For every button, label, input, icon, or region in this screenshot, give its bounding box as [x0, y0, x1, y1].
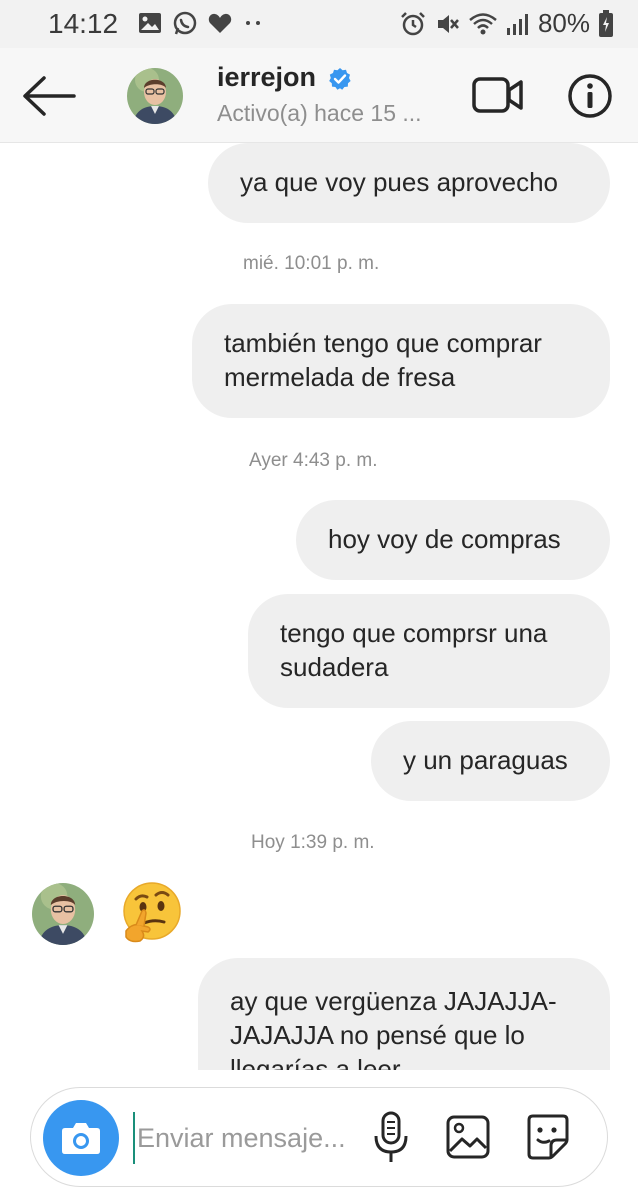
thinking-face-emoji[interactable]	[118, 881, 184, 947]
chat-header: ierrejon Activo(a) hace 15 ...	[0, 48, 638, 143]
gallery-icon[interactable]	[445, 1114, 491, 1160]
video-call-icon[interactable]	[472, 76, 524, 114]
message-composer	[30, 1087, 608, 1187]
sent-message-bubble[interactable]: tengo que comprsr una sudadera	[248, 594, 610, 708]
message-timestamp: Ayer 4:43 p. m.	[249, 450, 378, 471]
message-input[interactable]	[133, 1112, 369, 1164]
camera-button[interactable]	[43, 1100, 119, 1176]
profile-photo	[127, 68, 183, 124]
sent-message-bubble[interactable]: ya que voy pues aprovecho	[208, 143, 610, 223]
sent-message-bubble[interactable]: y un paraguas	[371, 721, 610, 801]
sent-message-bubble[interactable]: ay que vergüenza JAJAJJA-JAJAJJA no pens…	[198, 958, 610, 1070]
verified-badge-icon	[328, 67, 351, 90]
sent-message-bubble[interactable]: también tengo que comprar mermelada de f…	[192, 304, 610, 418]
username-text: ierrejon	[217, 62, 317, 92]
message-text: también tengo que comprar mermelada de f…	[224, 328, 542, 392]
message-timestamp: mié. 10:01 p. m.	[243, 253, 380, 274]
wifi-icon	[469, 12, 497, 34]
info-icon[interactable]	[566, 72, 614, 120]
message-text: tengo que comprsr una sudadera	[280, 618, 548, 682]
whatsapp-icon	[173, 11, 197, 35]
battery-icon	[599, 9, 613, 37]
alarm-icon	[401, 11, 425, 35]
avatar[interactable]	[127, 68, 183, 124]
sent-message-bubble[interactable]: hoy voy de compras	[296, 500, 610, 580]
activity-status: Activo(a) hace 15 ...	[217, 100, 422, 126]
back-arrow-icon[interactable]	[20, 74, 76, 118]
message-list: ya que voy pues aprovecho mié. 10:01 p. …	[0, 143, 638, 1070]
message-timestamp: Hoy 1:39 p. m.	[251, 832, 375, 853]
signal-icon	[506, 13, 528, 35]
message-text: ya que voy pues aprovecho	[240, 167, 558, 197]
message-text: y un paraguas	[403, 745, 568, 775]
heart-icon	[208, 13, 232, 33]
camera-icon	[62, 1123, 100, 1154]
mute-icon	[437, 14, 459, 33]
sender-avatar[interactable]	[32, 883, 94, 945]
sticker-icon[interactable]	[523, 1112, 573, 1162]
image-notification-icon	[139, 13, 161, 33]
message-text: ay que vergüenza JAJAJJA-JAJAJJA no pens…	[230, 986, 557, 1070]
battery-percentage: 80%	[537, 8, 590, 38]
chat-username[interactable]: ierrejon	[217, 62, 352, 93]
message-text: hoy voy de compras	[328, 524, 561, 554]
status-time: 14:12	[48, 8, 119, 39]
more-notifications-icon	[246, 21, 260, 25]
microphone-icon[interactable]	[369, 1110, 413, 1166]
status-notification-icons	[138, 10, 264, 36]
status-bar: 14:12 80%	[0, 0, 638, 48]
status-system-icons: 80%	[400, 8, 614, 39]
profile-photo	[32, 883, 94, 945]
